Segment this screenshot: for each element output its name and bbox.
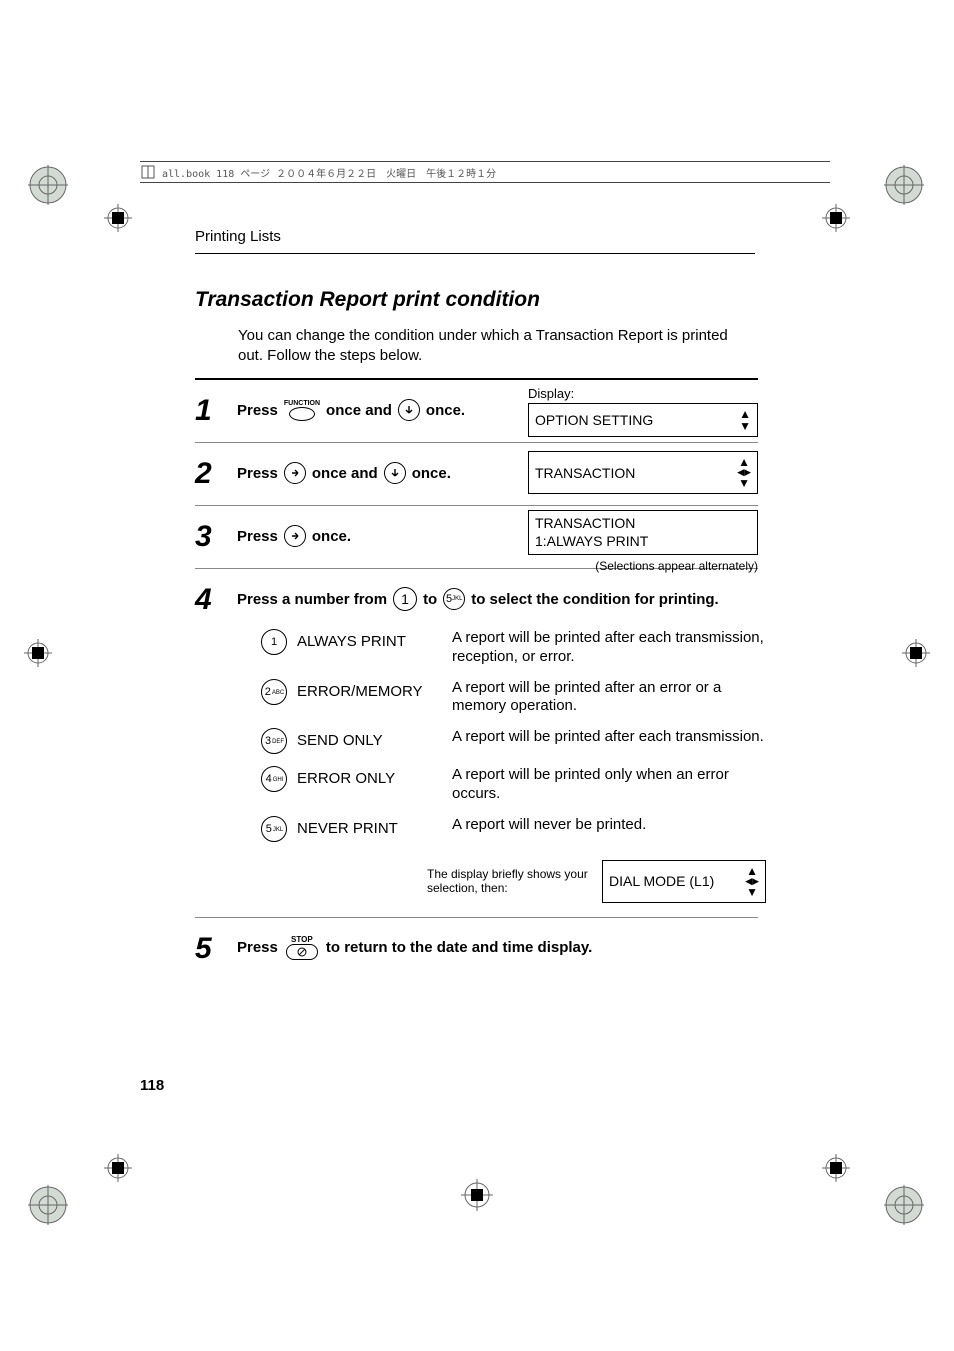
press-label: Press — [237, 465, 278, 482]
cond-row: 1 ALWAYS PRINT A report will be printed … — [237, 629, 766, 667]
display-box: DIAL MODE (L1) ▲◀▶▼ — [602, 860, 766, 903]
display-box: OPTION SETTING ▲▼ — [528, 403, 758, 437]
step-2: 2 Press once and once. TRANSACTION ▲◀▶▼ — [195, 443, 758, 506]
cond-name: ERROR/MEMORY — [297, 679, 452, 700]
steps-container: 1 Press FUNCTION once and once. Display:… — [195, 378, 758, 980]
cond-name: SEND ONLY — [297, 728, 452, 749]
press-label: Press — [237, 402, 278, 419]
once-label: once. — [312, 528, 351, 545]
display-value: TRANSACTION 1:ALWAYS PRINT — [535, 515, 648, 550]
keypad-3[interactable]: 3DEF — [261, 728, 287, 754]
reg-mark-bc — [457, 1175, 497, 1220]
display-value: OPTION SETTING — [535, 412, 653, 428]
cond-desc: A report will never be printed. — [452, 816, 766, 835]
down-key[interactable] — [384, 462, 406, 484]
once-and-label: once and — [312, 465, 378, 482]
reg-cross-stl — [100, 200, 136, 241]
reg-mark-br — [874, 1175, 934, 1235]
once-label: once. — [412, 465, 451, 482]
keypad-2[interactable]: 2ABC — [261, 679, 287, 705]
cond-desc: A report will be printed after each tran… — [452, 629, 766, 667]
step-number: 3 — [195, 518, 237, 552]
keypad-1[interactable]: 1 — [261, 629, 287, 655]
function-button[interactable]: FUNCTION — [284, 400, 320, 421]
chevron-down-icon — [390, 468, 400, 478]
cond-row: 4GHI ERROR ONLY A report will be printed… — [237, 766, 766, 804]
reg-cross-str — [818, 200, 854, 241]
display-box: TRANSACTION ▲◀▶▼ — [528, 451, 758, 494]
tail-label: to return to the date and time display. — [326, 939, 592, 956]
keypad-5[interactable]: 5JKL — [261, 816, 287, 842]
updown-icon: ▲▼ — [739, 408, 751, 432]
once-and-label: once and — [326, 402, 392, 419]
key-5[interactable]: 5JKL — [443, 588, 465, 610]
step-number: 4 — [195, 581, 237, 615]
cond-desc: A report will be printed after an error … — [452, 679, 766, 717]
step-number: 2 — [195, 455, 237, 489]
nav-arrows-icon: ▲◀▶▼ — [737, 456, 751, 489]
keypad-4[interactable]: 4GHI — [261, 766, 287, 792]
nav-arrows-icon: ▲◀▶▼ — [745, 865, 759, 898]
oval-icon — [289, 407, 315, 421]
key-1[interactable]: 1 — [393, 587, 417, 611]
page-heading: Transaction Report print condition — [195, 288, 540, 312]
step-5: 5 Press STOP to return to the date and t… — [195, 918, 758, 980]
press-from-label: Press a number from — [237, 591, 387, 608]
right-key[interactable] — [284, 525, 306, 547]
cond-desc: A report will be printed after each tran… — [452, 728, 766, 747]
cond-name: ERROR ONLY — [297, 766, 452, 787]
cond-name: ALWAYS PRINT — [297, 629, 452, 650]
brief-text: The display briefly shows your selection… — [427, 867, 592, 896]
stop-oval-icon — [286, 944, 318, 960]
step-1: 1 Press FUNCTION once and once. Display:… — [195, 380, 758, 443]
condition-table: 1 ALWAYS PRINT A report will be printed … — [237, 629, 766, 842]
display-value: DIAL MODE (L1) — [609, 873, 714, 889]
display-label: Display: — [528, 386, 758, 401]
display-value: TRANSACTION — [535, 465, 635, 481]
once-label: once. — [426, 402, 465, 419]
display-box: TRANSACTION 1:ALWAYS PRINT — [528, 510, 758, 555]
reg-mark-tr — [874, 155, 934, 215]
chevron-right-icon — [290, 531, 300, 541]
cond-row: 2ABC ERROR/MEMORY A report will be print… — [237, 679, 766, 717]
reg-cross-ml — [20, 635, 56, 676]
section-title: Printing Lists — [195, 228, 281, 245]
cond-row: 3DEF SEND ONLY A report will be printed … — [237, 728, 766, 754]
reg-cross-mr — [898, 635, 934, 676]
stop-button[interactable]: STOP — [286, 935, 318, 960]
down-key[interactable] — [398, 399, 420, 421]
reg-cross-sbr — [818, 1150, 854, 1191]
press-label: Press — [237, 528, 278, 545]
reg-mark-bl — [20, 1175, 80, 1235]
to-label: to — [423, 591, 437, 608]
framemaker-header: all.book 118 ページ ２００４年６月２２日 火曜日 午後１２時１分 — [140, 161, 830, 183]
header-text: all.book 118 ページ ２００４年６月２２日 火曜日 午後１２時１分 — [162, 165, 496, 180]
chevron-down-icon — [404, 405, 414, 415]
reg-mark-tl — [20, 155, 80, 215]
step-number: 5 — [195, 930, 237, 964]
step-4: 4 Press a number from 1 to 5JKL to selec… — [195, 569, 758, 918]
right-key[interactable] — [284, 462, 306, 484]
cond-row: 5JKL NEVER PRINT A report will never be … — [237, 816, 766, 842]
book-icon — [140, 164, 156, 180]
cond-name: NEVER PRINT — [297, 816, 452, 837]
rule-top — [195, 253, 755, 254]
chevron-right-icon — [290, 468, 300, 478]
page-number: 118 — [140, 1077, 164, 1094]
step-number: 1 — [195, 392, 237, 426]
cond-desc: A report will be printed only when an er… — [452, 766, 766, 804]
select-tail-label: to select the condition for printing. — [471, 591, 719, 608]
reg-cross-sbl — [100, 1150, 136, 1191]
step-3: 3 Press once. TRANSACTION 1:ALWAYS PRINT… — [195, 506, 758, 569]
intro-text: You can change the condition under which… — [238, 326, 748, 365]
press-label: Press — [237, 939, 278, 956]
